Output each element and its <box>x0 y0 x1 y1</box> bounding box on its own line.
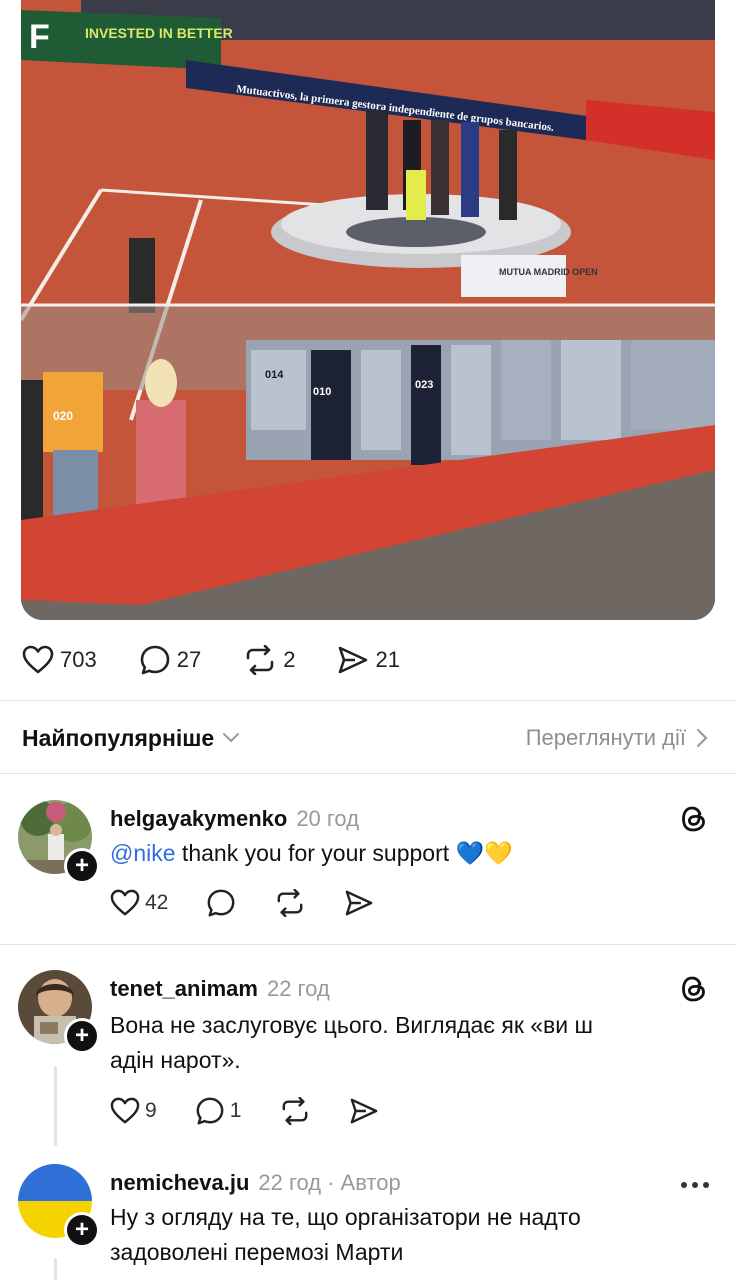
send-icon <box>346 890 373 916</box>
bib-number: 020 <box>53 409 73 423</box>
comment-count: 27 <box>176 647 202 672</box>
comment-icon <box>140 645 170 675</box>
sort-label: Найпопулярніше <box>22 724 215 751</box>
sort-bar: Найпопулярніше Переглянути дії <box>22 716 708 760</box>
threads-icon[interactable] <box>680 804 708 839</box>
comment: + nemicheva.ju 22 год · Автор Ну з огляд… <box>0 1164 736 1280</box>
comment-text: @nike thank you for your support 💙💛 <box>110 836 680 871</box>
divider <box>0 944 736 945</box>
post-image-canvas: F INVESTED IN BETTER Mutuactivos, la pri… <box>21 0 715 620</box>
sort-dropdown[interactable]: Найпопулярніше <box>22 725 240 752</box>
send-icon <box>351 1098 378 1124</box>
thread-line <box>54 1258 57 1280</box>
timestamp: 22 год <box>258 1170 322 1195</box>
username[interactable]: helgayakymenko <box>110 806 287 832</box>
banner-f-letter: F <box>29 18 50 56</box>
avatar-flag-top <box>18 1164 92 1201</box>
comment-line: Ну з огляду на те, що організатори не на… <box>110 1204 581 1230</box>
comment-body: thank you for your support 💙💛 <box>175 840 513 866</box>
bib-number: 014 <box>265 369 284 381</box>
repost-icon <box>246 645 274 675</box>
divider <box>0 773 736 774</box>
comment-header: helgayakymenko 20 год <box>110 806 359 832</box>
bib-number: 023 <box>415 379 433 391</box>
bib-number: 010 <box>313 386 331 398</box>
comment: + helgayakymenko 20 год @nike thank you … <box>0 800 736 940</box>
like-count: 703 <box>60 647 97 672</box>
reply-button[interactable]: 1 <box>195 1096 242 1126</box>
send-icon <box>339 646 368 674</box>
share-button[interactable]: 21 <box>337 645 400 675</box>
repost-button[interactable]: 2 <box>243 645 295 675</box>
repost-count: 2 <box>283 647 296 672</box>
threads-icon[interactable] <box>680 974 708 1009</box>
podium-logo: MUTUA MADRID OPEN <box>499 267 598 277</box>
repost-button[interactable] <box>279 1097 311 1125</box>
view-activity-label: Переглянути дії <box>525 725 686 750</box>
comment-actions: 9 1 <box>110 1096 417 1126</box>
comment-actions: 42 <box>110 888 412 918</box>
username[interactable]: tenet_animam <box>110 976 258 1002</box>
post-image[interactable]: F INVESTED IN BETTER Mutuactivos, la pri… <box>21 0 715 620</box>
more-options-icon[interactable] <box>680 1176 710 1194</box>
comment-line: задоволені перемозі Марти <box>110 1239 404 1265</box>
timestamp: 22 год <box>266 976 330 1001</box>
reply-button[interactable] <box>206 888 236 918</box>
chevron-right-icon <box>696 728 708 748</box>
comment-icon <box>196 1097 224 1125</box>
like-button[interactable]: 9 <box>110 1097 157 1125</box>
comment-text: Ну з огляду на те, що організатори не на… <box>110 1200 680 1270</box>
timestamp: 20 год <box>296 806 360 831</box>
heart-icon <box>110 889 140 916</box>
username[interactable]: nemicheva.ju <box>110 1170 249 1196</box>
chevron-down-icon <box>223 733 240 743</box>
heart-icon <box>110 1097 140 1124</box>
thread-line <box>54 1066 57 1146</box>
reply-count: 1 <box>229 1099 242 1122</box>
repost-icon <box>277 889 303 917</box>
avatar-button[interactable]: + <box>18 1164 100 1248</box>
share-button[interactable] <box>344 889 374 917</box>
share-count: 21 <box>375 647 400 672</box>
comment-text: Вона не заслуговує цього. Виглядає як «в… <box>110 1008 680 1078</box>
comment-line: адін нарот». <box>110 1047 241 1073</box>
comment-button[interactable]: 27 <box>139 644 201 676</box>
repost-button[interactable] <box>274 889 306 917</box>
view-activity-link[interactable]: Переглянути дії <box>526 725 708 751</box>
author-tag: · Автор <box>327 1170 401 1195</box>
comment-icon <box>207 889 235 917</box>
heart-icon <box>22 645 54 674</box>
follow-plus-button[interactable]: + <box>64 848 100 884</box>
comment: + tenet_animam 22 год Вона не заслуговує… <box>0 970 736 1140</box>
like-button[interactable]: 703 <box>22 645 97 675</box>
share-button[interactable] <box>349 1097 379 1125</box>
divider <box>0 700 736 701</box>
like-button[interactable]: 42 <box>110 889 168 917</box>
follow-plus-button[interactable]: + <box>64 1018 100 1054</box>
avatar-button[interactable]: + <box>18 800 100 884</box>
mention-link[interactable]: @nike <box>110 840 176 866</box>
comment-header: tenet_animam 22 год <box>110 976 330 1002</box>
like-count: 9 <box>145 1099 157 1122</box>
like-count: 42 <box>145 891 169 914</box>
repost-icon <box>282 1097 308 1125</box>
banner-brand: INVESTED IN BETTER <box>85 25 233 41</box>
post-actions-bar: 703 27 2 21 <box>22 638 442 682</box>
comment-header: nemicheva.ju 22 год · Автор <box>110 1170 401 1196</box>
avatar-button[interactable]: + <box>18 970 100 1054</box>
follow-plus-button[interactable]: + <box>64 1212 100 1248</box>
comment-line: Вона не заслуговує цього. Виглядає як «в… <box>110 1012 593 1038</box>
